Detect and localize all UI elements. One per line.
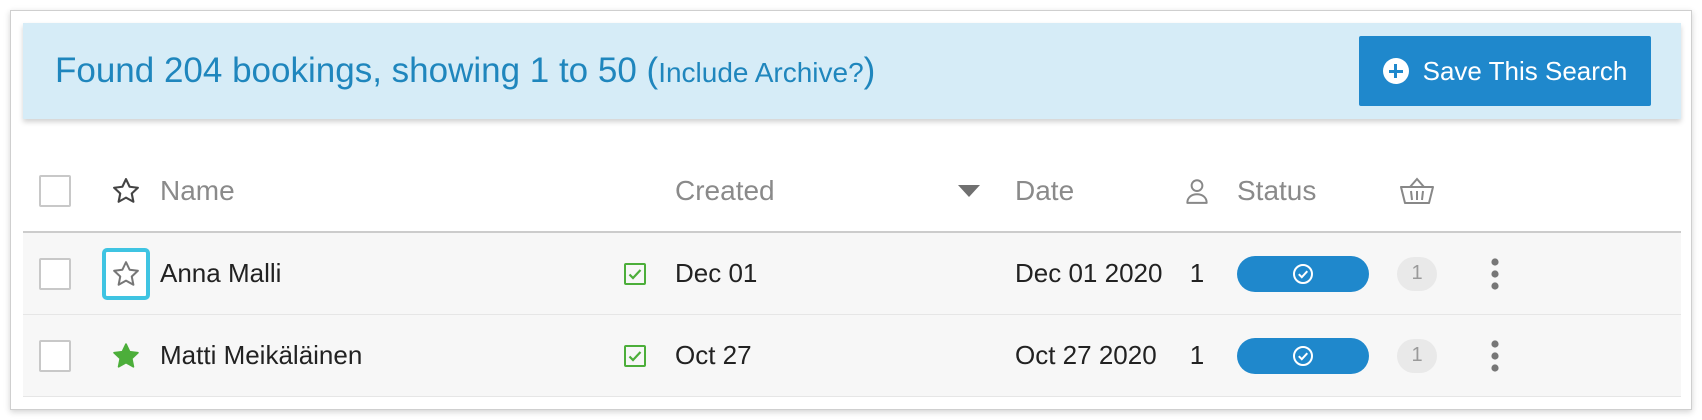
- created-date: Dec 01: [675, 258, 758, 288]
- people-count: 1: [1189, 340, 1205, 370]
- plus-circle-icon: [1382, 58, 1409, 84]
- star-outline-icon: [113, 260, 139, 286]
- save-search-button[interactable]: Save This Search: [1359, 36, 1651, 106]
- more-vertical-icon[interactable]: [1490, 339, 1500, 373]
- results-count-text: Found 204 bookings, showing 1 to 50 (: [55, 51, 659, 90]
- table-row[interactable]: Anna Malli Dec 01 Dec 01 2020 1 1: [23, 233, 1681, 315]
- check-circle-icon: [1293, 345, 1313, 366]
- name-column-header[interactable]: Name: [160, 151, 235, 231]
- booking-date: Dec 01 2020: [1015, 258, 1163, 288]
- check-circle-icon: [1293, 263, 1313, 284]
- row-select-checkbox[interactable]: [39, 257, 71, 290]
- checkbox-checked-icon: [624, 344, 646, 367]
- booking-name[interactable]: Anna Malli: [160, 233, 281, 314]
- booking-date: Oct 27 2020: [1015, 340, 1157, 370]
- row-select-checkbox[interactable]: [39, 339, 71, 372]
- include-archive-link[interactable]: Include Archive?: [658, 57, 863, 88]
- table-header-row: Name Created Date Status: [23, 151, 1681, 233]
- favorite-toggle[interactable]: [102, 247, 150, 300]
- star-filled-icon[interactable]: [111, 341, 141, 371]
- created-column-header[interactable]: Created: [675, 151, 775, 231]
- bookings-panel: Found 204 bookings, showing 1 to 50 (Inc…: [10, 10, 1692, 410]
- save-search-label: Save This Search: [1422, 55, 1628, 86]
- results-summary: Found 204 bookings, showing 1 to 50 (Inc…: [55, 51, 875, 91]
- person-icon: [1186, 179, 1208, 204]
- status-badge[interactable]: [1237, 337, 1369, 374]
- more-vertical-icon[interactable]: [1490, 257, 1500, 291]
- people-count: 1: [1189, 258, 1205, 288]
- date-column-header[interactable]: Date: [1015, 151, 1074, 231]
- select-all-checkbox[interactable]: [39, 175, 71, 207]
- star-outline-icon[interactable]: [111, 176, 141, 206]
- table-row[interactable]: Matti Meikäläinen Oct 27 Oct 27 2020 1 1: [23, 315, 1681, 397]
- search-results-banner: Found 204 bookings, showing 1 to 50 (Inc…: [23, 23, 1681, 119]
- booking-name[interactable]: Matti Meikäläinen: [160, 315, 362, 396]
- caret-down-icon[interactable]: [958, 185, 980, 197]
- bookings-table: Name Created Date Status Anna Malli Dec …: [23, 151, 1681, 397]
- basket-icon: [1400, 177, 1434, 204]
- results-close-paren: ): [863, 51, 876, 90]
- checkbox-checked-icon: [624, 262, 646, 285]
- created-date: Oct 27: [675, 340, 752, 370]
- status-badge[interactable]: [1237, 255, 1369, 292]
- items-count-badge: 1: [1397, 256, 1437, 291]
- items-count-badge: 1: [1397, 338, 1437, 373]
- status-column-header[interactable]: Status: [1237, 151, 1316, 231]
